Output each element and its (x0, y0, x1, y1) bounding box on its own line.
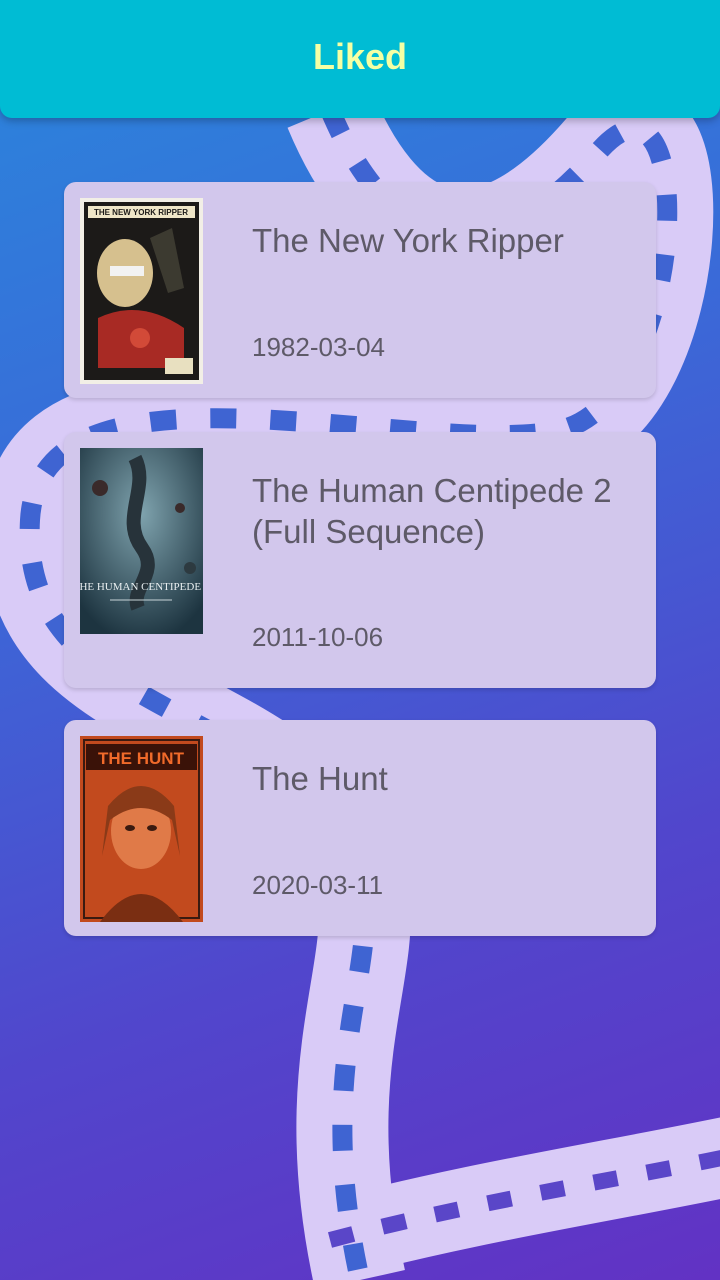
movie-title: The New York Ripper (252, 222, 564, 259)
movie-title: The Hunt (252, 760, 388, 797)
movie-release-date: 2011-10-06 (252, 622, 384, 652)
new-york-ripper-poster: THE NEW YORK RIPPER (80, 198, 203, 384)
movie-title: The Human Centipede 2 (Full Sequence) (252, 472, 612, 550)
movie-card-the-hunt[interactable]: THE HUNT The Hunt 2020-03-11 (64, 720, 656, 936)
movie-card-human-centipede-2[interactable]: THE HUMAN CENTIPEDE 2 The Human Centiped… (64, 432, 656, 688)
the-hunt-poster: THE HUNT (80, 736, 203, 922)
svg-text:THE HUMAN CENTIPEDE 2: THE HUMAN CENTIPEDE 2 (80, 581, 203, 593)
movie-release-date: 1982-03-04 (252, 332, 385, 362)
movie-card-new-york-ripper[interactable]: THE NEW YORK RIPPER The New York Ripper … (64, 182, 656, 398)
svg-text:THE HUNT: THE HUNT (98, 749, 185, 768)
app-bar: Liked (0, 0, 720, 118)
page-title: Liked (312, 36, 408, 77)
human-centipede-2-poster: THE HUMAN CENTIPEDE 2 (80, 448, 203, 634)
svg-text:THE NEW YORK RIPPER: THE NEW YORK RIPPER (94, 208, 188, 217)
movie-release-date: 2020-03-11 (252, 870, 384, 900)
